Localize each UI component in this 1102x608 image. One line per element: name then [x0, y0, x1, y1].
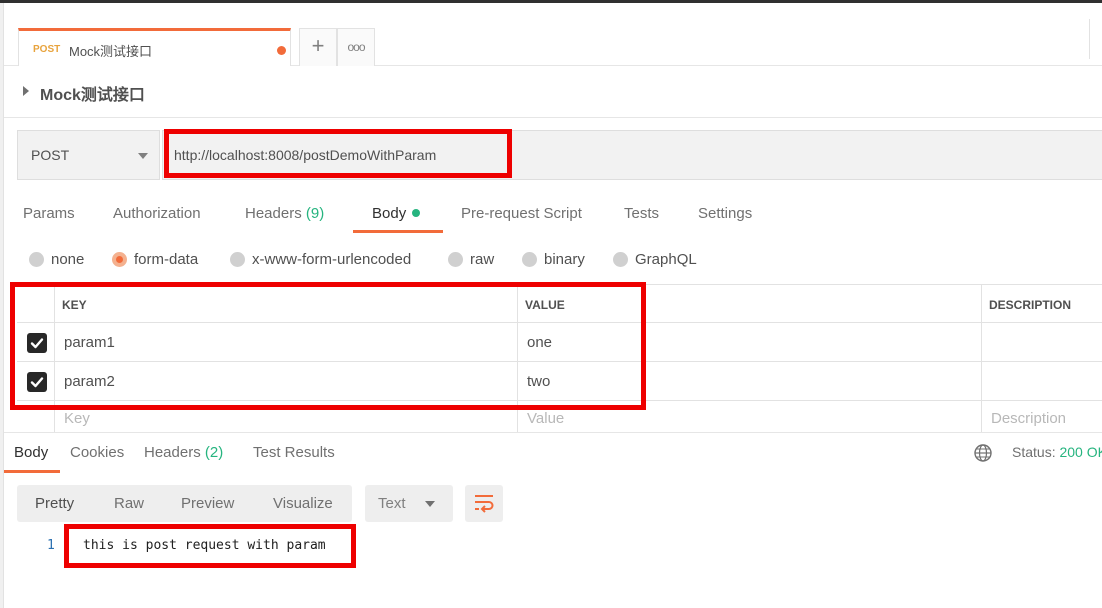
more-tabs-icon[interactable]: ooo	[337, 28, 375, 66]
body-active-dot	[412, 209, 421, 217]
response-headers-label: Headers	[144, 444, 201, 461]
response-active-underline	[4, 470, 60, 473]
view-pretty[interactable]: Pretty	[35, 495, 74, 512]
tab-headers-label: Headers	[245, 205, 302, 222]
response-tab-cookies[interactable]: Cookies	[70, 444, 124, 461]
expand-caret-icon[interactable]	[23, 86, 29, 96]
chevron-down-icon	[138, 153, 148, 159]
status-label: Status:	[1012, 444, 1056, 460]
params-highlight-box	[10, 282, 646, 410]
radio-circle	[522, 252, 537, 267]
unsaved-changes-dot	[277, 46, 286, 55]
tab-tests[interactable]: Tests	[624, 205, 659, 222]
response-tab-body[interactable]: Body	[14, 444, 48, 461]
response-tab-headers[interactable]: Headers (2)	[144, 444, 223, 461]
tab-prerequest-script[interactable]: Pre-request Script	[461, 205, 582, 222]
request-tab[interactable]: POST Mock测试接口	[18, 28, 291, 66]
response-status: Status: 200 OK	[1012, 444, 1102, 460]
new-tab-button[interactable]: +	[299, 28, 337, 66]
radio-circle	[29, 252, 44, 267]
row-description-cell[interactable]	[981, 362, 1102, 400]
response-tab-test-results[interactable]: Test Results	[253, 444, 335, 461]
response-format-select[interactable]: Text	[365, 485, 453, 522]
request-tab-title: Mock测试接口	[69, 44, 153, 59]
radio-circle-selected	[112, 252, 127, 267]
radio-label: form-data	[134, 251, 199, 268]
tab-headers[interactable]: Headers (9)	[245, 205, 324, 222]
key-placeholder: Key	[64, 410, 90, 427]
radio-label: GraphQL	[635, 251, 697, 268]
radio-label: none	[51, 251, 85, 268]
description-header: DESCRIPTION	[989, 298, 1072, 312]
tab-authorization[interactable]: Authorization	[113, 205, 201, 222]
tab-headers-count: (9)	[305, 205, 325, 222]
globe-icon[interactable]	[973, 443, 993, 463]
wrap-lines-button[interactable]	[465, 485, 503, 522]
line-number: 1	[47, 538, 55, 553]
tab-settings[interactable]: Settings	[698, 205, 752, 222]
new-description-input[interactable]: Description	[981, 401, 1102, 433]
value-placeholder: Value	[527, 410, 565, 427]
url-highlight-box	[164, 129, 512, 178]
tab-body[interactable]: Body	[372, 205, 421, 222]
method-label: POST	[31, 147, 70, 163]
status-value: 200 OK	[1059, 444, 1102, 460]
radio-circle	[230, 252, 245, 267]
request-tab-strip: POST Mock测试接口 + ooo	[4, 3, 1102, 66]
chevron-down-icon	[425, 501, 435, 507]
response-headers-count: (2)	[204, 444, 224, 461]
view-visualize[interactable]: Visualize	[273, 495, 333, 512]
radio-label: x-www-form-urlencoded	[252, 251, 412, 268]
view-preview[interactable]: Preview	[181, 495, 234, 512]
format-label: Text	[378, 495, 406, 512]
radio-label: binary	[544, 251, 585, 268]
wrap-lines-icon	[475, 495, 494, 513]
radio-circle	[613, 252, 628, 267]
tab-body-label: Body	[372, 205, 407, 222]
environment-selector-edge[interactable]	[1089, 19, 1102, 59]
header-cell-description: DESCRIPTION	[981, 285, 1102, 322]
tab-params[interactable]: Params	[23, 205, 75, 222]
method-select[interactable]: POST	[17, 130, 160, 180]
request-name[interactable]: Mock测试接口	[40, 81, 145, 105]
description-placeholder: Description	[991, 410, 1067, 427]
view-raw[interactable]: Raw	[114, 495, 144, 512]
response-tabs: Body Cookies Headers (2) Test Results St…	[4, 432, 1102, 473]
response-view-group: Pretty Raw Preview Visualize	[17, 485, 352, 522]
response-highlight-box	[64, 524, 356, 568]
request-name-row: Mock测试接口	[4, 66, 1102, 118]
radio-label: raw	[470, 251, 495, 268]
radio-circle	[448, 252, 463, 267]
row-description-cell[interactable]	[981, 323, 1102, 361]
active-tab-underline	[353, 230, 443, 233]
request-tab-method: POST	[33, 44, 61, 55]
